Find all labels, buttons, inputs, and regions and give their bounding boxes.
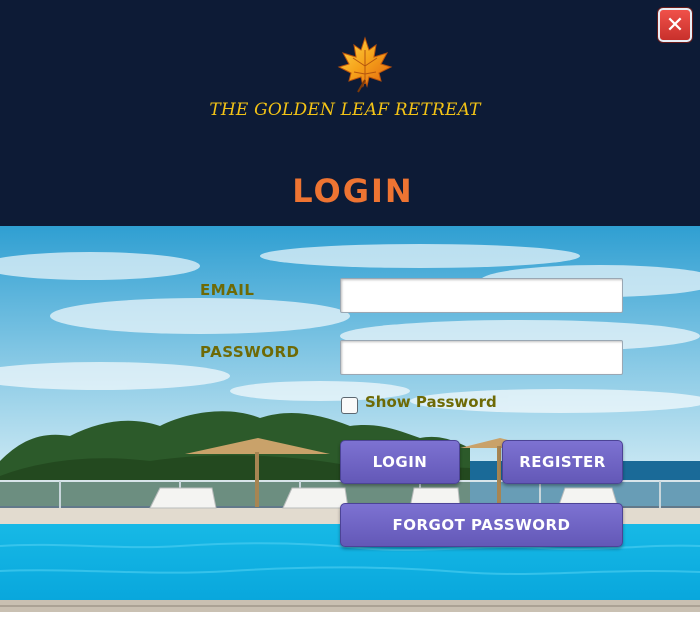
page-title: LOGIN <box>292 172 414 210</box>
brand-name: THE GOLDEN LEAF RETREAT <box>209 100 481 120</box>
email-label: EMAIL <box>200 281 255 299</box>
forgot-password-button[interactable]: FORGOT PASSWORD <box>340 503 623 547</box>
close-icon: ✕ <box>665 12 685 38</box>
register-button[interactable]: REGISTER <box>502 440 623 484</box>
show-password-checkbox[interactable] <box>341 397 358 414</box>
password-field[interactable] <box>340 340 623 375</box>
show-password-label: Show Password <box>365 393 497 411</box>
close-button[interactable]: ✕ <box>658 8 692 42</box>
login-window: ✕ THE GOLDEN LEAF RETREAT LOGIN EMAIL PA… <box>0 0 700 625</box>
maple-leaf-icon <box>337 36 393 93</box>
password-label: PASSWORD <box>200 343 300 361</box>
header-panel: ✕ THE GOLDEN LEAF RETREAT LOGIN <box>0 0 700 226</box>
login-button[interactable]: LOGIN <box>340 440 460 484</box>
email-field[interactable] <box>340 278 623 313</box>
